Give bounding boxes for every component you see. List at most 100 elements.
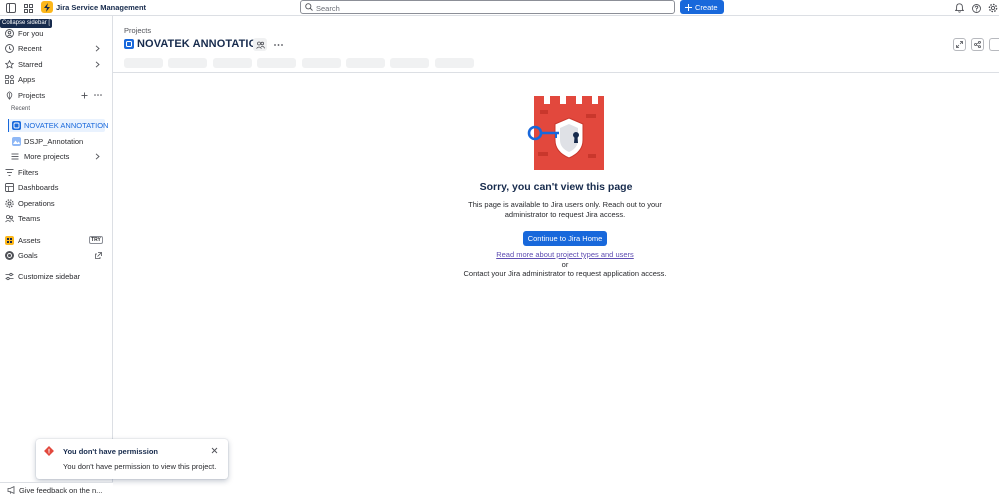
dashboard-icon bbox=[5, 183, 14, 192]
sidebar-item-assets[interactable]: Assets TRY bbox=[0, 234, 113, 246]
sidebar-item-recent[interactable]: Recent bbox=[0, 42, 113, 54]
error-warning-icon bbox=[44, 446, 54, 456]
tab-skeleton-placeholder bbox=[168, 58, 207, 68]
sidebar-item-novatek-annotation[interactable]: NOVATEK ANNOTATION bbox=[0, 119, 113, 131]
expand-icon bbox=[956, 41, 963, 48]
sidebar-label-starred: Starred bbox=[18, 59, 43, 69]
sidebar-section-recent: Recent bbox=[11, 106, 31, 112]
sidebar-label-operations: Operations bbox=[18, 198, 55, 208]
sidebar-item-teams[interactable]: Teams bbox=[0, 212, 113, 224]
projects-icon bbox=[6, 91, 13, 100]
share-button[interactable] bbox=[971, 38, 984, 51]
customize-sliders-icon bbox=[5, 272, 14, 281]
create-label: Create bbox=[695, 2, 718, 12]
sidebar: For you Recent Starred Apps Projects Rec… bbox=[0, 16, 113, 496]
sidebar-label-more-projects: More projects bbox=[24, 151, 70, 161]
sidebar-item-apps[interactable]: Apps bbox=[0, 73, 113, 85]
plus-icon bbox=[685, 3, 692, 11]
chevron-right-icon bbox=[95, 61, 100, 68]
breadcrumb[interactable]: Projects bbox=[124, 26, 151, 35]
more-options-icon[interactable] bbox=[94, 94, 102, 96]
sidebar-label-dashboards: Dashboards bbox=[18, 182, 59, 192]
people-icon bbox=[255, 41, 265, 49]
sidebar-label-dsjp-annotation: DSJP_Annotation bbox=[24, 136, 84, 146]
give-feedback-button[interactable]: Give feedback on the n... bbox=[0, 482, 113, 496]
teams-icon bbox=[5, 214, 14, 223]
more-horizontal-icon bbox=[273, 43, 283, 46]
try-badge: TRY bbox=[89, 236, 103, 244]
header-divider bbox=[113, 72, 999, 73]
fullscreen-button[interactable] bbox=[953, 38, 966, 51]
sidebar-label-novatek-annotation: NOVATEK ANNOTATION bbox=[24, 120, 109, 130]
notifications-bell-icon[interactable] bbox=[953, 2, 965, 14]
goals-icon bbox=[5, 251, 14, 260]
settings-gear-icon[interactable] bbox=[987, 2, 999, 14]
feedback-megaphone-icon bbox=[7, 486, 15, 494]
sidebar-toggle-icon[interactable] bbox=[5, 2, 17, 14]
sidebar-item-dsjp-annotation[interactable]: DSJP_Annotation bbox=[0, 135, 113, 147]
search-icon bbox=[305, 3, 313, 11]
or-separator-text: or bbox=[561, 260, 569, 269]
flag-description: You don't have permission to view this p… bbox=[63, 462, 217, 471]
project-avatar-icon bbox=[124, 39, 134, 49]
page-title: NOVATEK ANNOTATION bbox=[137, 38, 266, 50]
read-more-link: Read more about project types and users bbox=[113, 250, 999, 259]
sidebar-item-goals[interactable]: Goals bbox=[0, 249, 113, 261]
sidebar-item-dashboards[interactable]: Dashboards bbox=[0, 181, 113, 193]
tab-skeleton-placeholder bbox=[124, 58, 163, 68]
sidebar-item-projects[interactable]: Projects bbox=[0, 89, 113, 101]
read-more-link-text[interactable]: Read more about project types and users bbox=[496, 250, 634, 259]
locked-castle-illustration bbox=[527, 96, 604, 170]
continue-to-jira-home-button[interactable]: Continue to Jira Home bbox=[523, 231, 607, 246]
help-icon[interactable] bbox=[970, 2, 982, 14]
operations-icon bbox=[5, 199, 14, 208]
add-project-plus-icon[interactable] bbox=[81, 92, 88, 99]
tab-skeleton-placeholder bbox=[435, 58, 474, 68]
sidebar-item-customize-sidebar[interactable]: Customize sidebar bbox=[0, 270, 113, 282]
chevron-right-icon bbox=[95, 45, 100, 52]
share-icon bbox=[974, 41, 981, 48]
feedback-label: Give feedback on the n... bbox=[19, 485, 103, 495]
sidebar-label-for-you: For you bbox=[18, 28, 44, 38]
more-projects-icon bbox=[11, 153, 19, 160]
project-avatar-icon bbox=[12, 137, 21, 146]
apps-grid-icon bbox=[5, 75, 14, 84]
create-button[interactable]: Create bbox=[680, 0, 724, 14]
sidebar-label-filters: Filters bbox=[18, 167, 39, 177]
sidebar-item-starred[interactable]: Starred bbox=[0, 58, 113, 70]
panel-toggle-button[interactable] bbox=[989, 38, 999, 51]
error-title: Sorry, you can't view this page bbox=[479, 181, 633, 193]
error-description: This page is available to Jira users onl… bbox=[468, 200, 662, 219]
app-name[interactable]: Jira Service Management bbox=[56, 3, 146, 12]
close-icon[interactable] bbox=[211, 447, 218, 454]
main-content: Projects NOVATEK ANNOTATION Sorry, you c… bbox=[113, 16, 999, 496]
star-icon bbox=[5, 60, 14, 69]
assets-icon bbox=[5, 236, 14, 245]
external-link-icon bbox=[95, 252, 102, 259]
sidebar-item-for-you[interactable]: For you bbox=[0, 27, 113, 39]
sidebar-item-filters[interactable]: Filters bbox=[0, 166, 113, 178]
app-switcher-icon[interactable] bbox=[22, 2, 34, 14]
sidebar-label-apps: Apps bbox=[18, 74, 36, 84]
search-input[interactable]: Search bbox=[300, 0, 675, 14]
sidebar-label-assets: Assets bbox=[18, 235, 41, 245]
contact-admin-text: Contact your Jira administrator to reque… bbox=[463, 269, 667, 278]
sidebar-item-operations[interactable]: Operations bbox=[0, 197, 113, 209]
sidebar-label-customize-sidebar: Customize sidebar bbox=[18, 271, 81, 281]
flag-title: You don't have permission bbox=[63, 447, 158, 456]
user-circle-icon bbox=[5, 29, 14, 38]
tab-skeleton-placeholder bbox=[390, 58, 429, 68]
sidebar-label-teams: Teams bbox=[18, 213, 41, 223]
collapse-sidebar-tooltip: Collapse sidebar [ bbox=[0, 19, 53, 28]
sidebar-label-goals: Goals bbox=[18, 250, 38, 260]
search-placeholder: Search bbox=[316, 3, 340, 13]
project-avatar-icon bbox=[12, 121, 21, 130]
tab-skeleton-placeholder bbox=[213, 58, 252, 68]
tab-skeleton-placeholder bbox=[257, 58, 296, 68]
more-actions-button[interactable] bbox=[271, 38, 285, 51]
jira-service-management-logo-icon[interactable] bbox=[41, 1, 53, 13]
sidebar-item-more-projects[interactable]: More projects bbox=[0, 150, 113, 162]
chevron-right-icon bbox=[95, 153, 100, 160]
clock-icon bbox=[5, 44, 14, 53]
team-members-button[interactable] bbox=[253, 38, 267, 51]
